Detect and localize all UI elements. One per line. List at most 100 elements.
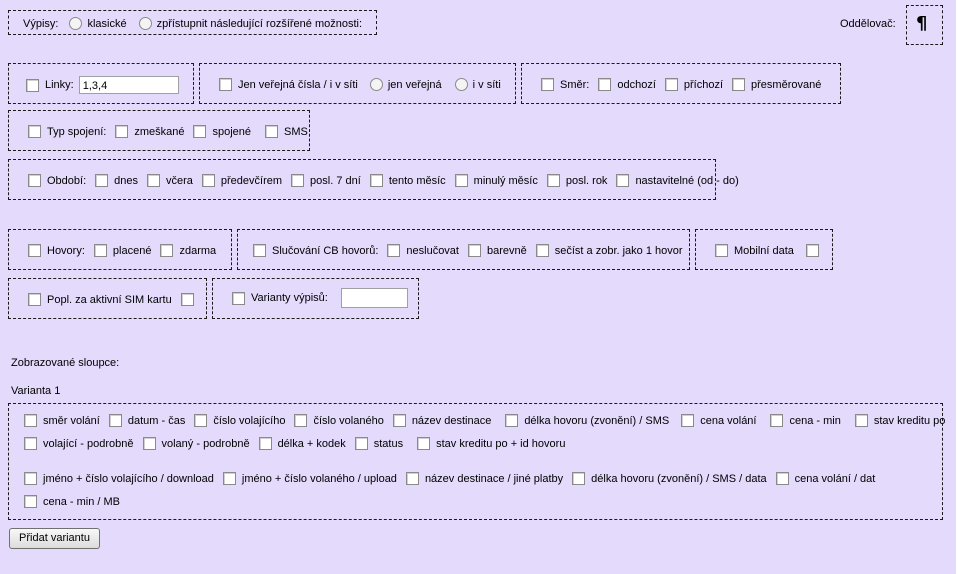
typ-zmeskane[interactable]: zmeškané — [134, 126, 184, 138]
col-volany-podrobne[interactable]: volaný - podrobně — [162, 438, 250, 450]
col-checkbox[interactable] — [505, 414, 519, 427]
obdobi-checkbox-predevcirem[interactable] — [201, 174, 215, 187]
obdobi-nastavitelne[interactable]: nastavitelné (od - do) — [635, 175, 738, 187]
slucovani-barevne[interactable]: barevně — [487, 245, 527, 257]
verejna-checkbox[interactable] — [219, 78, 232, 91]
hovory-placene[interactable]: placené — [113, 245, 152, 257]
col-delka-kodek[interactable]: délka + kodek — [278, 438, 346, 450]
mobilni-checkbox-2[interactable] — [805, 244, 819, 257]
obdobi-checkbox-minuly[interactable] — [454, 174, 468, 187]
obdobi-checkbox-vcera[interactable] — [147, 174, 160, 187]
col-checkbox[interactable] — [405, 472, 419, 485]
obdobi-dnes[interactable]: dnes — [114, 175, 138, 187]
col-cena-min-mb[interactable]: cena - min / MB — [43, 496, 120, 508]
radio-i-v-siti-label[interactable]: i v síti — [473, 79, 501, 91]
obdobi-rok[interactable]: posl. rok — [566, 175, 608, 187]
col-checkbox[interactable] — [770, 414, 784, 427]
slucovani-checkbox-barevne[interactable] — [467, 244, 481, 257]
hovory-checkbox-placene[interactable] — [93, 244, 107, 257]
obdobi-vcera[interactable]: včera — [166, 175, 193, 187]
col-checkbox[interactable] — [24, 472, 37, 485]
varianty-input[interactable] — [340, 288, 408, 308]
smer-checkbox[interactable] — [541, 78, 554, 91]
col-cena-volani[interactable]: cena volání — [700, 415, 756, 427]
col-checkbox[interactable] — [775, 472, 789, 485]
col-status[interactable]: status — [374, 438, 403, 450]
radio-klasicke-label[interactable]: klasické — [87, 18, 126, 30]
popl-checkbox[interactable] — [28, 293, 41, 306]
col-jmeno-volajiciho[interactable]: jméno + číslo volajícího / download — [43, 473, 214, 485]
col-nazev-destinace-platby[interactable]: název destinace / jiné platby — [425, 473, 563, 485]
hovory-checkbox-zdarma[interactable] — [160, 244, 174, 257]
typ-checkbox-sms[interactable] — [265, 125, 279, 138]
slucovani-neslucovat[interactable]: neslučovat — [406, 245, 459, 257]
linky-input[interactable]: 1,3,4 — [78, 76, 179, 94]
col-checkbox[interactable] — [354, 437, 368, 450]
col-smer-volani[interactable]: směr volání — [43, 415, 100, 427]
varianty-checkbox[interactable] — [232, 291, 245, 305]
obdobi-posl7[interactable]: posl. 7 dní — [310, 175, 361, 187]
col-checkbox[interactable] — [294, 414, 308, 427]
col-checkbox[interactable] — [142, 437, 156, 450]
oddelovac-button[interactable]: ¶ — [906, 5, 943, 45]
col-cena-min[interactable]: cena - min — [789, 415, 840, 427]
col-checkbox[interactable] — [258, 437, 272, 450]
smer-prichozi[interactable]: příchozí — [684, 79, 723, 91]
smer-presmerovane[interactable]: přesměrované — [751, 79, 821, 91]
radio-jen-verejna-label[interactable]: jen veřejná — [388, 79, 442, 91]
radio-rozsirene[interactable] — [138, 17, 152, 30]
typ-checkbox-zmeskane[interactable] — [115, 125, 129, 138]
slucovani-secist[interactable]: sečíst a zobr. jako 1 hovor — [555, 245, 683, 257]
slucovani-checkbox[interactable] — [253, 244, 266, 257]
radio-i-v-siti[interactable] — [454, 78, 468, 91]
smer-odchozi[interactable]: odchozí — [617, 79, 656, 91]
col-volajici-podrobne[interactable]: volající - podrobně — [43, 438, 134, 450]
obdobi-predevcirem[interactable]: předevčírem — [221, 175, 282, 187]
smer-checkbox-prichozi[interactable] — [664, 78, 678, 91]
col-delka-hovoru[interactable]: délka hovoru (zvonění) / SMS — [524, 415, 669, 427]
col-checkbox[interactable] — [417, 437, 431, 450]
col-cislo-volajiciho[interactable]: číslo volajícího — [213, 415, 285, 427]
radio-klasicke[interactable] — [69, 17, 83, 30]
hovory-checkbox[interactable] — [28, 244, 41, 257]
col-checkbox[interactable] — [222, 472, 236, 485]
col-checkbox[interactable] — [854, 414, 868, 427]
col-stav-kreditu-id[interactable]: stav kreditu po + id hovoru — [436, 438, 565, 450]
slucovani-checkbox-secist[interactable] — [535, 244, 549, 257]
col-checkbox[interactable] — [108, 414, 122, 427]
obdobi-checkbox-posl7[interactable] — [291, 174, 305, 187]
col-stav-kreditu[interactable]: stav kreditu po — [874, 415, 946, 427]
radio-rozsirene-label[interactable]: zpřístupnit následující rozšířené možnos… — [157, 18, 362, 30]
typ-spojene[interactable]: spojené — [212, 126, 251, 138]
col-checkbox[interactable] — [681, 414, 695, 427]
obdobi-checkbox-tento[interactable] — [369, 174, 383, 187]
col-delka-hovoru-data[interactable]: délka hovoru (zvonění) / SMS / data — [591, 473, 766, 485]
col-checkbox[interactable] — [392, 414, 406, 427]
obdobi-checkbox-dnes[interactable] — [95, 174, 109, 187]
smer-checkbox-odchozi[interactable] — [598, 78, 612, 91]
obdobi-checkbox-nastavitelne[interactable] — [616, 174, 630, 187]
obdobi-tento[interactable]: tento měsíc — [389, 175, 446, 187]
col-jmeno-volaneho[interactable]: jméno + číslo volaného / upload — [242, 473, 397, 485]
mobilni-checkbox[interactable] — [715, 244, 728, 257]
obdobi-minuly[interactable]: minulý měsíc — [474, 175, 538, 187]
col-datum-cas[interactable]: datum - čas — [128, 415, 185, 427]
col-cena-volani-dat[interactable]: cena volání / dat — [795, 473, 876, 485]
col-checkbox[interactable] — [24, 414, 37, 427]
col-cislo-volaneho[interactable]: číslo volaného — [313, 415, 383, 427]
popl-checkbox-2[interactable] — [180, 293, 194, 306]
hovory-zdarma[interactable]: zdarma — [179, 245, 216, 257]
col-checkbox[interactable] — [24, 495, 37, 508]
obdobi-checkbox[interactable] — [28, 174, 41, 187]
typ-checkbox[interactable] — [28, 125, 41, 138]
slucovani-checkbox-neslucovat[interactable] — [387, 244, 401, 257]
linky-checkbox[interactable] — [26, 78, 39, 92]
radio-jen-verejna[interactable] — [369, 78, 383, 91]
col-checkbox[interactable] — [24, 437, 37, 450]
typ-checkbox-spojene[interactable] — [193, 125, 207, 138]
add-variant-button[interactable]: Přidat variantu — [9, 528, 100, 549]
typ-sms[interactable]: SMS — [284, 126, 308, 138]
col-checkbox[interactable] — [194, 414, 208, 427]
col-checkbox[interactable] — [572, 472, 586, 485]
smer-checkbox-presmerovane[interactable] — [732, 78, 746, 91]
